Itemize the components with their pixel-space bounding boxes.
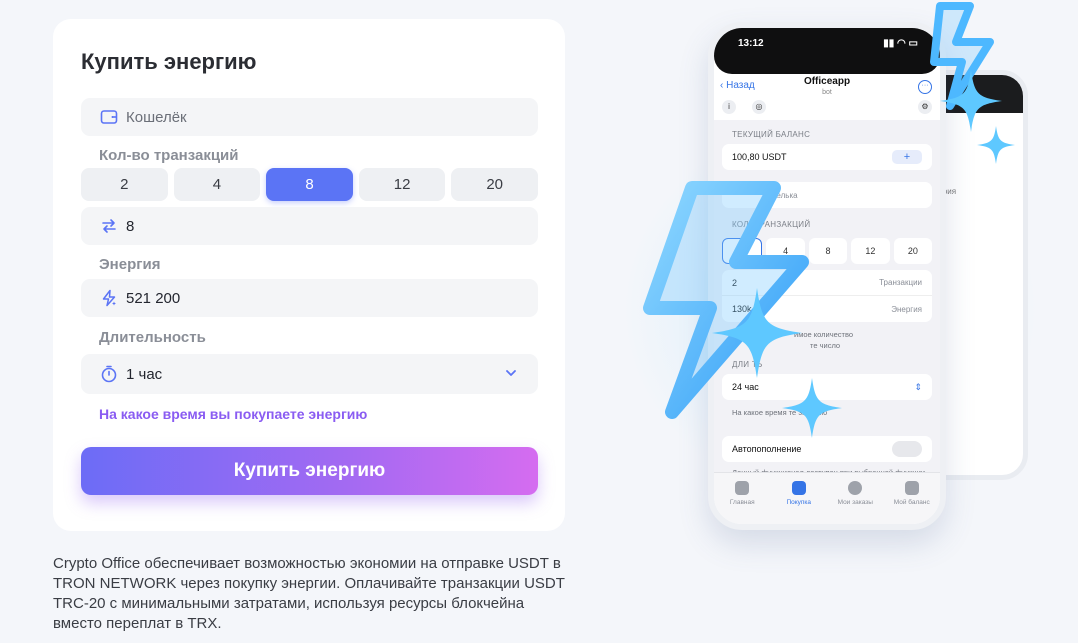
home-icon bbox=[735, 481, 750, 495]
phone-tab-orders: Мои заказы bbox=[830, 481, 880, 524]
wallet-placeholder: Кошелёк bbox=[126, 108, 187, 126]
wallet-field[interactable]: Кошелёк bbox=[81, 98, 538, 136]
duration-select[interactable]: 1 час bbox=[81, 354, 538, 394]
card-title: Купить энергию bbox=[81, 49, 257, 74]
sparkle-icon bbox=[977, 126, 1015, 164]
tx-count-input[interactable]: 8 bbox=[81, 207, 538, 245]
tx-count-label: Кол-во транзакций bbox=[99, 147, 239, 164]
phone-energy-label: Энергия bbox=[891, 304, 922, 314]
phone-app-sub: bot bbox=[822, 89, 832, 96]
phone-app-name: Officeapp bbox=[803, 76, 851, 87]
energy-bolt-icon bbox=[99, 288, 119, 308]
support-icon: ◎ bbox=[752, 100, 766, 114]
buy-energy-card: Купить энергию Кошелёк Кол-во транзакций… bbox=[53, 19, 565, 531]
phone-tab-balance: Мой баланс bbox=[887, 481, 937, 524]
phone-time: 13:12 bbox=[738, 38, 764, 49]
sparkle-icon bbox=[940, 70, 1002, 132]
clock-icon bbox=[848, 481, 863, 495]
info-icon: i bbox=[722, 100, 736, 114]
buy-energy-button[interactable]: Купить энергию bbox=[81, 447, 538, 495]
tx-option-2[interactable]: 2 bbox=[81, 168, 168, 201]
duration-hint: На какое время вы покупаете энергию bbox=[99, 406, 368, 422]
tx-count-value: 8 bbox=[126, 217, 135, 235]
energy-value: 521 200 bbox=[126, 289, 181, 307]
duration-value: 1 час bbox=[126, 365, 163, 383]
swap-arrows-icon bbox=[99, 216, 119, 236]
bolt-icon bbox=[791, 481, 806, 495]
phone-tab-buy: Покупка bbox=[774, 481, 824, 524]
sparkle-icon bbox=[712, 288, 802, 378]
phone-tx-option: 12 bbox=[851, 238, 890, 264]
energy-input[interactable]: 521 200 bbox=[81, 279, 538, 317]
phone-header: ‹ Назад Officeapp bot ··· i ◎ ⚙ bbox=[714, 74, 940, 120]
phone-tab-home: Главная bbox=[717, 481, 767, 524]
tx-option-8[interactable]: 8 bbox=[266, 168, 353, 201]
phone-autofill: Автопополнение bbox=[732, 444, 802, 454]
tx-option-20[interactable]: 20 bbox=[451, 168, 538, 201]
phone-status-bar: 13:12 ▮▮ ◠ ▭ bbox=[714, 28, 940, 74]
phone-tx-count-label: Транзакции bbox=[879, 278, 922, 287]
sparkle-icon bbox=[782, 378, 842, 438]
wallet-icon bbox=[99, 107, 119, 127]
tx-option-12[interactable]: 12 bbox=[358, 168, 446, 201]
phone-tx-option: 20 bbox=[893, 238, 933, 264]
energy-label: Энергия bbox=[99, 256, 161, 273]
phone-balance-caption: ТЕКУЩИЙ БАЛАНС bbox=[732, 130, 811, 139]
tx-option-4[interactable]: 4 bbox=[173, 168, 261, 201]
plus-icon: + bbox=[892, 150, 922, 164]
duration-label: Длительность bbox=[99, 329, 206, 346]
stopwatch-icon bbox=[99, 364, 119, 384]
phone-balance-row: 100,80 USDT + bbox=[722, 144, 932, 170]
description-text: Crypto Office обеспечивает возможностью … bbox=[53, 555, 565, 632]
chevron-down-icon bbox=[504, 366, 518, 384]
signal-wifi-battery-icon: ▮▮ ◠ ▭ bbox=[883, 38, 918, 49]
phone-autofill-row: Автопополнение bbox=[722, 436, 932, 462]
wallet-icon bbox=[904, 481, 919, 495]
phone-tab-bar: Главная Покупка Мои заказы Мой баланс bbox=[714, 472, 940, 524]
updown-icon: ⇕ bbox=[914, 381, 922, 392]
toggle-switch bbox=[892, 441, 922, 457]
phone-balance: 100,80 USDT bbox=[732, 152, 787, 162]
tx-count-selector: 2 4 8 12 20 bbox=[81, 168, 538, 201]
